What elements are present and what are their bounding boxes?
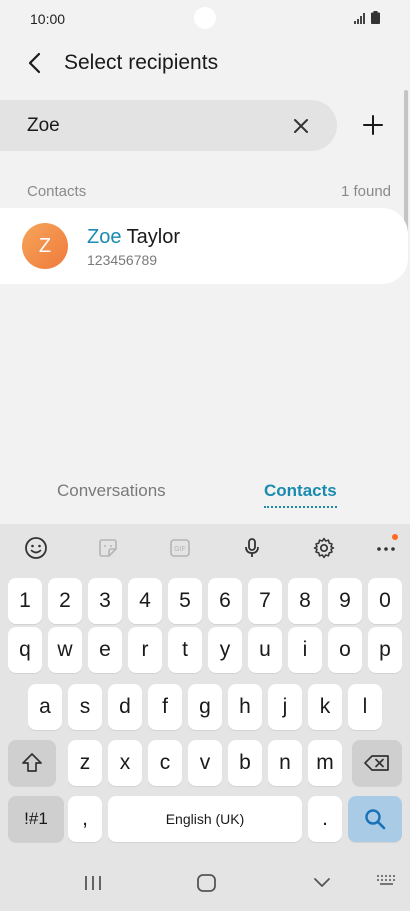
key-r[interactable]: r <box>128 627 162 673</box>
key-3[interactable]: 3 <box>88 578 122 624</box>
emoji-icon[interactable] <box>24 536 48 560</box>
keyboard-icon[interactable] <box>376 873 398 889</box>
key-8[interactable]: 8 <box>288 578 322 624</box>
key-s[interactable]: s <box>68 684 102 730</box>
add-icon[interactable] <box>360 112 386 138</box>
key-x[interactable]: x <box>108 740 142 786</box>
sticker-icon[interactable] <box>96 536 120 560</box>
tab-contacts[interactable]: Contacts <box>264 481 337 508</box>
key-5[interactable]: 5 <box>168 578 202 624</box>
space-key[interactable]: English (UK) <box>108 796 302 842</box>
key-i[interactable]: i <box>288 627 322 673</box>
key-0[interactable]: 0 <box>368 578 402 624</box>
back-arrow-icon[interactable] <box>22 50 48 76</box>
system-nav-bar <box>0 855 410 911</box>
svg-text:GIF: GIF <box>174 546 186 553</box>
key-1[interactable]: 1 <box>8 578 42 624</box>
recipient-search-bar <box>0 100 337 151</box>
back-nav-icon[interactable] <box>312 873 332 893</box>
period-key[interactable]: . <box>308 796 342 842</box>
avatar: Z <box>22 223 68 269</box>
contact-name: Zoe Taylor <box>87 226 180 249</box>
gear-icon[interactable] <box>312 536 336 560</box>
key-b[interactable]: b <box>228 740 262 786</box>
search-key[interactable] <box>348 796 402 842</box>
keyboard: GIF 1 2 3 4 5 6 7 8 9 0 q w e r t y u i … <box>0 524 410 911</box>
key-v[interactable]: v <box>188 740 222 786</box>
key-7[interactable]: 7 <box>248 578 282 624</box>
tab-conversations[interactable]: Conversations <box>57 481 166 501</box>
key-c[interactable]: c <box>148 740 182 786</box>
key-t[interactable]: t <box>168 627 202 673</box>
camera-cutout <box>194 7 216 29</box>
shift-key[interactable] <box>8 740 56 786</box>
symbols-key[interactable]: !#1 <box>8 796 64 842</box>
key-e[interactable]: e <box>88 627 122 673</box>
gif-icon[interactable]: GIF <box>168 536 192 560</box>
key-2[interactable]: 2 <box>48 578 82 624</box>
status-icons <box>354 11 380 24</box>
contact-name-match: Zoe <box>87 226 122 248</box>
signal-icon <box>354 13 365 24</box>
backspace-key[interactable] <box>352 740 402 786</box>
key-k[interactable]: k <box>308 684 342 730</box>
shift-icon <box>22 753 42 772</box>
key-f[interactable]: f <box>148 684 182 730</box>
contact-number: 123456789 <box>87 252 158 268</box>
search-input[interactable] <box>27 100 277 151</box>
page-title: Select recipients <box>64 51 219 74</box>
key-u[interactable]: u <box>248 627 282 673</box>
keyboard-toolbar: GIF <box>0 524 410 572</box>
battery-icon <box>371 11 380 24</box>
microphone-icon[interactable] <box>240 536 264 560</box>
key-o[interactable]: o <box>328 627 362 673</box>
key-4[interactable]: 4 <box>128 578 162 624</box>
tab-bar: Conversations Contacts <box>0 478 410 518</box>
results-count: 1 found <box>340 183 391 200</box>
key-w[interactable]: w <box>48 627 82 673</box>
key-l[interactable]: l <box>348 684 382 730</box>
key-z[interactable]: z <box>68 740 102 786</box>
key-h[interactable]: h <box>228 684 262 730</box>
search-icon <box>365 809 386 830</box>
home-icon[interactable] <box>196 873 218 893</box>
clear-icon[interactable] <box>290 115 312 137</box>
avatar-initial: Z <box>38 234 52 257</box>
backspace-icon <box>364 755 389 771</box>
status-time: 10:00 <box>30 11 66 27</box>
notification-dot <box>392 534 398 540</box>
key-d[interactable]: d <box>108 684 142 730</box>
key-g[interactable]: g <box>188 684 222 730</box>
key-m[interactable]: m <box>308 740 342 786</box>
section-label: Contacts <box>27 183 87 200</box>
key-6[interactable]: 6 <box>208 578 242 624</box>
key-9[interactable]: 9 <box>328 578 362 624</box>
key-p[interactable]: p <box>368 627 402 673</box>
key-n[interactable]: n <box>268 740 302 786</box>
status-bar: 10:00 <box>0 0 410 36</box>
key-y[interactable]: y <box>208 627 242 673</box>
recent-apps-icon[interactable] <box>83 873 103 893</box>
key-j[interactable]: j <box>268 684 302 730</box>
key-a[interactable]: a <box>28 684 62 730</box>
contact-name-rest: Taylor <box>121 226 181 248</box>
key-q[interactable]: q <box>8 627 42 673</box>
comma-key[interactable]: , <box>68 796 102 842</box>
app-header: Select recipients <box>0 40 410 84</box>
contact-result-item[interactable]: Z Zoe Taylor 123456789 <box>0 208 408 284</box>
